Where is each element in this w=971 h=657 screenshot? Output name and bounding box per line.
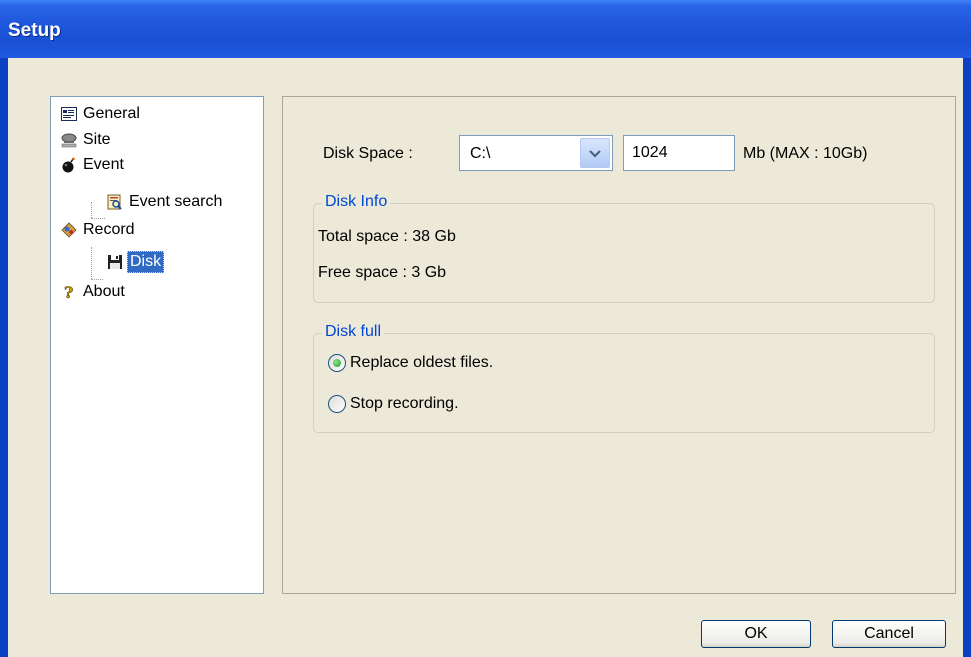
dialog-client-area: General Site Event Event search Record D… (8, 58, 963, 657)
tree-item-label: About (83, 283, 125, 300)
disk-info-group: Disk Info Total space : 38 Gb Free space… (313, 193, 935, 303)
question-icon: ? (61, 283, 77, 303)
disk-size-value: 1024 (632, 144, 668, 161)
tree-connector (91, 202, 92, 218)
general-settings-icon (61, 106, 77, 122)
replace-oldest-label[interactable]: Replace oldest files. (350, 354, 493, 372)
drive-dropdown-button[interactable] (580, 138, 610, 168)
tree-connector (91, 279, 103, 280)
free-space-text: Free space : 3 Gb (318, 264, 447, 281)
cancel-button[interactable]: Cancel (832, 620, 946, 648)
radio-selected-dot (333, 359, 341, 367)
total-space-text: Total space : 38 Gb (318, 228, 456, 245)
tree-item-label: Record (83, 221, 135, 238)
stop-recording-radio[interactable] (328, 395, 346, 413)
tree-item-label: Event search (129, 193, 223, 210)
record-icon (61, 222, 77, 238)
disk-full-group: Disk full Replace oldest files. Stop rec… (313, 323, 935, 433)
window-title: Setup (8, 20, 61, 41)
tree-item-label: General (83, 105, 140, 122)
event-bomb-icon (61, 157, 77, 173)
drive-select-value: C:\ (470, 145, 491, 162)
tree-item-label: Disk (127, 251, 165, 273)
disk-space-label: Disk Space : (323, 145, 413, 162)
disk-settings-panel: Disk Space : C:\ 1024 Mb (MAX : 10Gb) Di… (282, 96, 956, 594)
event-search-icon (107, 194, 123, 210)
floppy-disk-icon (107, 254, 123, 270)
stop-recording-label[interactable]: Stop recording. (350, 395, 459, 413)
tree-item-label: Event (83, 156, 124, 173)
svg-text:?: ? (64, 284, 73, 300)
ok-button[interactable]: OK (701, 620, 811, 648)
disk-size-unit: Mb (MAX : 10Gb) (743, 145, 868, 162)
tree-item-label: Site (83, 131, 111, 148)
disk-full-title: Disk full (322, 323, 385, 341)
replace-oldest-radio[interactable] (328, 354, 346, 372)
disk-size-input[interactable]: 1024 (623, 135, 735, 171)
drive-select[interactable]: C:\ (459, 135, 613, 171)
disk-info-title: Disk Info (322, 193, 391, 211)
tree-connector (91, 247, 92, 279)
settings-tree: General Site Event Event search Record D… (50, 96, 264, 594)
title-bar[interactable]: Setup (0, 0, 971, 58)
site-icon (61, 132, 77, 148)
chevron-down-icon (589, 150, 601, 158)
setup-window: Setup General Site Event Event search Re… (0, 0, 971, 657)
